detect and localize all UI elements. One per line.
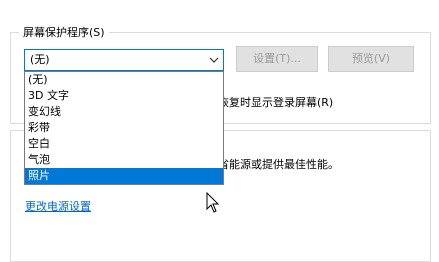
- dropdown-option[interactable]: 3D 文字: [25, 88, 223, 104]
- change-power-settings-link[interactable]: 更改电源设置: [25, 200, 91, 214]
- preview-button[interactable]: 预览(V): [328, 46, 414, 72]
- dropdown-option[interactable]: 空白: [25, 136, 223, 152]
- screensaver-dropdown-list[interactable]: (无) 3D 文字 变幻线 彩带 空白 气泡 照片: [24, 71, 224, 185]
- dropdown-option[interactable]: 变幻线: [25, 104, 223, 120]
- screensaver-combo[interactable]: (无): [24, 49, 224, 71]
- dropdown-option[interactable]: (无): [25, 72, 223, 88]
- dropdown-option[interactable]: 气泡: [25, 152, 223, 168]
- resume-logon-text: 恢复时显示登录屏幕(R): [218, 96, 334, 109]
- mouse-cursor-icon: [206, 192, 220, 213]
- power-description-text: 省能源或提供最佳性能。: [218, 158, 339, 171]
- dropdown-option[interactable]: 彩带: [25, 120, 223, 136]
- settings-button[interactable]: 设置(T)...: [236, 46, 318, 72]
- combo-selected-value: (无): [30, 53, 50, 66]
- screensaver-group-title: 屏幕保护程序(S): [19, 26, 109, 40]
- chevron-down-icon: [209, 57, 219, 63]
- dropdown-option-highlighted[interactable]: 照片: [25, 168, 223, 184]
